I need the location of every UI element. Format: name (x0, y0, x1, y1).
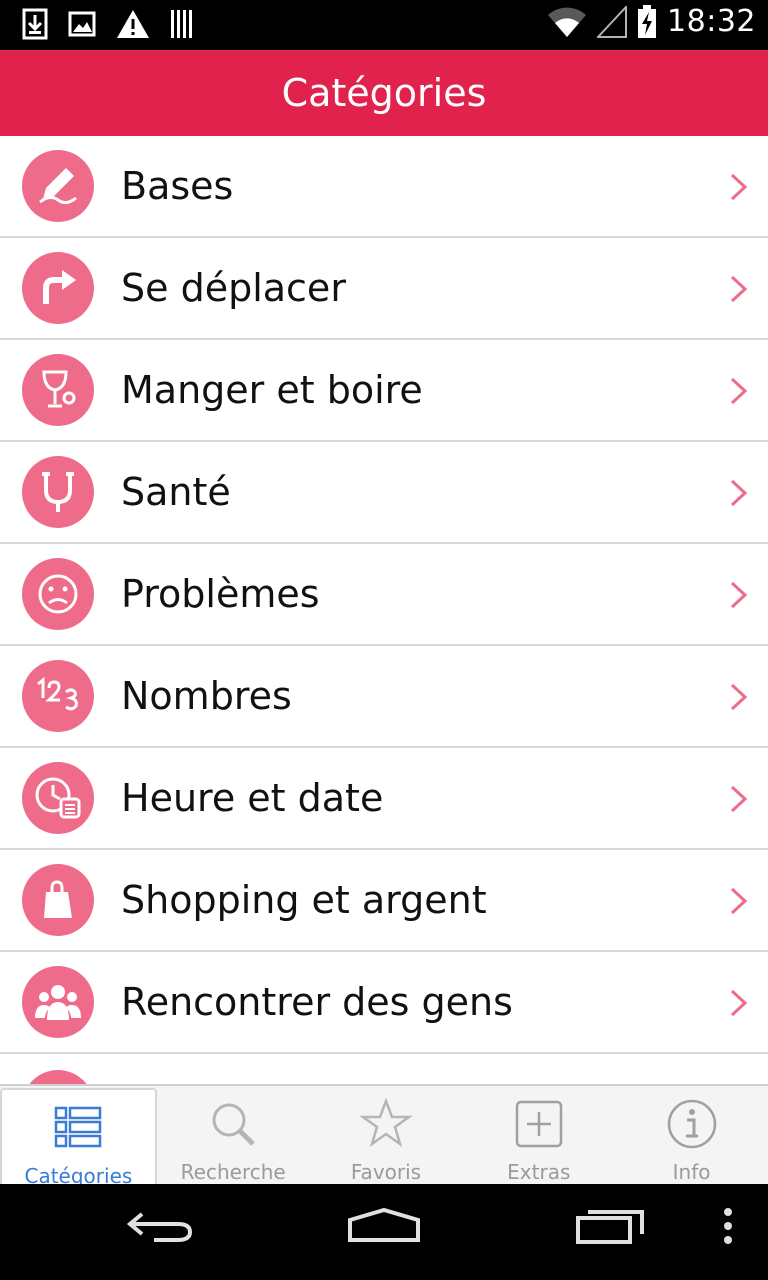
chevron-right-icon (730, 275, 748, 303)
list-item-partial[interactable] (0, 1054, 768, 1084)
list-item-shopping-et-argent[interactable]: Shopping et argent (0, 850, 768, 952)
search-icon (212, 1103, 255, 1146)
chevron-right-icon (730, 887, 748, 915)
wine-glass-icon (42, 370, 76, 408)
warning-icon (117, 10, 149, 38)
list-item-label: Shopping et argent (121, 878, 487, 922)
chevron-right-icon (730, 479, 748, 507)
pencil-icon (39, 168, 77, 205)
tab-label: Favoris (350, 1160, 422, 1184)
image-icon (68, 11, 96, 37)
stethoscope-icon (42, 472, 74, 512)
tab-label: Info (672, 1160, 711, 1184)
plus-box-icon (515, 1100, 563, 1148)
list-item-se-deplacer[interactable]: Se déplacer (0, 238, 768, 340)
chevron-right-icon (730, 683, 748, 711)
list-item-label: Nombres (121, 674, 292, 718)
chevron-right-icon (730, 377, 748, 405)
bottom-tab-bar: Catégories Recherche Favoris Extras Info (0, 1084, 768, 1188)
star-icon (359, 1097, 413, 1148)
list-item-label: Heure et date (121, 776, 384, 820)
list-item-label: Bases (121, 164, 234, 208)
app-header: Catégories (0, 50, 768, 136)
list-item-label: Se déplacer (121, 266, 346, 310)
list-item-label: Santé (121, 470, 231, 514)
list-item-rencontrer-des-gens[interactable]: Rencontrer des gens (0, 952, 768, 1054)
tab-info[interactable]: Info (615, 1086, 768, 1184)
overflow-menu-icon[interactable] (720, 1206, 736, 1246)
battery-icon (638, 4, 657, 38)
tab-label: Recherche (180, 1160, 286, 1184)
tab-extras[interactable]: Extras (462, 1086, 615, 1184)
page-title: Catégories (281, 71, 487, 115)
people-icon (35, 985, 81, 1020)
tab-favoris[interactable]: Favoris (310, 1086, 463, 1184)
system-nav-bar (0, 1184, 768, 1280)
turn-right-arrow-icon (43, 270, 76, 304)
wifi-icon (548, 7, 587, 37)
tab-label: Extras (507, 1160, 571, 1184)
list-item-bases[interactable]: Bases (0, 136, 768, 238)
download-icon (22, 8, 48, 40)
list-item-manger-et-boire[interactable]: Manger et boire (0, 340, 768, 442)
chevron-right-icon (730, 581, 748, 609)
status-bar: 18:32 (0, 0, 768, 50)
list-item-heure-et-date[interactable]: Heure et date (0, 748, 768, 850)
chevron-right-icon (730, 785, 748, 813)
tab-recherche[interactable]: Recherche (157, 1086, 310, 1184)
shopping-bag-icon (44, 880, 72, 918)
status-time: 18:32 (667, 4, 756, 39)
barcode-icon (171, 10, 192, 38)
list-item-sante[interactable]: Santé (0, 442, 768, 544)
chevron-right-icon (730, 989, 748, 1017)
numbers-123-icon (37, 676, 78, 711)
list-item-label: Rencontrer des gens (121, 980, 513, 1024)
list-item-label: Problèmes (121, 572, 320, 616)
recent-apps-icon[interactable] (574, 1206, 646, 1246)
list-item-nombres[interactable]: Nombres (0, 646, 768, 748)
clock-calendar-icon (35, 777, 81, 819)
list-grid-icon (55, 1106, 102, 1148)
back-icon[interactable] (124, 1206, 194, 1246)
signal-icon (597, 5, 628, 38)
chevron-right-icon (730, 173, 748, 201)
list-item-label: Manger et boire (121, 368, 423, 412)
category-list[interactable]: Bases Se déplacer Manger et boire Santé … (0, 136, 768, 1084)
sad-face-icon (38, 574, 78, 614)
home-icon[interactable] (346, 1206, 422, 1246)
info-icon (667, 1099, 716, 1149)
list-item-problemes[interactable]: Problèmes (0, 544, 768, 646)
tab-categories[interactable]: Catégories (0, 1088, 157, 1188)
